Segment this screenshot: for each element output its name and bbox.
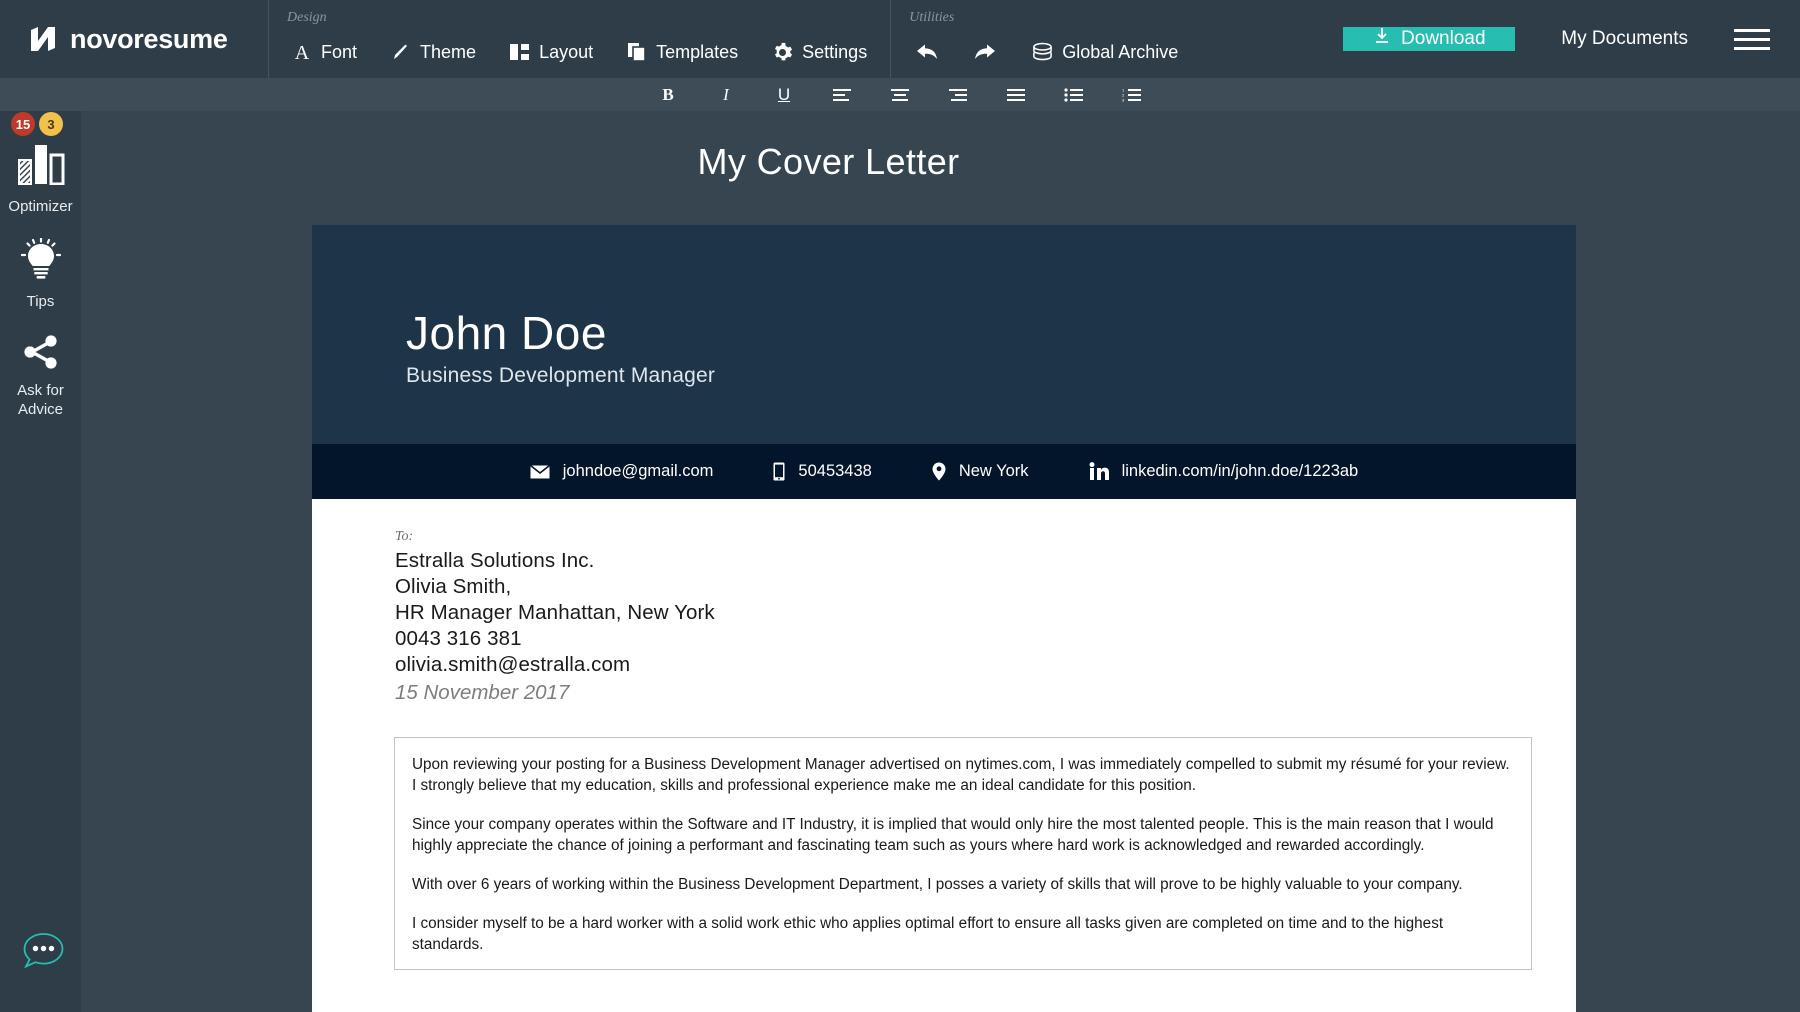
tool-settings[interactable]: Settings — [755, 16, 884, 63]
badge-critical: 15 — [11, 112, 35, 136]
tool-templates[interactable]: Templates — [610, 16, 755, 63]
font-a-icon: A — [292, 42, 312, 62]
download-button-label: Download — [1401, 28, 1486, 49]
address-line-1[interactable]: Estralla Solutions Inc. — [395, 548, 1576, 574]
lightbulb-icon — [20, 237, 61, 285]
copy-pages-icon — [627, 42, 647, 62]
svg-text:3: 3 — [1122, 97, 1125, 102]
linkedin-icon — [1089, 462, 1109, 481]
document-canvas: My Cover Letter John Doe Business Develo… — [81, 111, 1800, 1012]
cv-name[interactable]: John Doe — [406, 307, 1576, 359]
cv-body: To: Estralla Solutions Inc. Olivia Smith… — [312, 499, 1576, 970]
undo-arrow-icon — [914, 42, 939, 62]
contact-location[interactable]: New York — [902, 462, 1059, 481]
bold-button[interactable]: B — [653, 82, 683, 108]
cv-contact-band: johndoe@gmail.com 50453438 New York link… — [312, 444, 1576, 499]
download-icon — [1373, 27, 1391, 51]
tool-theme[interactable]: Theme — [374, 16, 493, 63]
tool-layout[interactable]: Layout — [493, 16, 610, 63]
tool-redo[interactable] — [956, 16, 1015, 62]
align-left-button[interactable] — [827, 82, 857, 108]
gear-icon — [772, 42, 793, 63]
optimizer-badges: 15 3 — [11, 112, 63, 136]
group-label-design: Design — [287, 10, 327, 25]
address-line-2[interactable]: Olivia Smith, — [395, 574, 1576, 600]
contact-email[interactable]: johndoe@gmail.com — [500, 462, 744, 481]
tool-layout-label: Layout — [539, 41, 594, 62]
envelope-icon — [529, 464, 550, 479]
letter-date[interactable]: 15 November 2017 — [395, 678, 1576, 708]
download-button[interactable]: Download — [1343, 27, 1516, 51]
contact-location-value: New York — [958, 462, 1029, 480]
sidebar-item-ask-for-advice-label: Ask for Advice — [17, 381, 64, 419]
bar-chart-icon — [17, 143, 65, 190]
chat-bubble-icon[interactable] — [22, 932, 65, 970]
contact-linkedin-value: linkedin.com/in/john.doe/1223ab — [1121, 462, 1359, 480]
contact-email-value: johndoe@gmail.com — [562, 462, 714, 480]
sidebar-item-optimizer[interactable]: 15 3 Optimizer — [0, 111, 81, 216]
contact-phone[interactable]: 50453438 — [743, 462, 901, 481]
tool-font-label: Font — [321, 41, 358, 62]
numbered-list-button[interactable]: 1 2 3 — [1117, 82, 1147, 108]
database-icon — [1032, 42, 1053, 63]
letter-paragraph-3: With over 6 years of working within the … — [412, 876, 1463, 893]
letter-paragraph-4: I consider myself to be a hard worker wi… — [412, 915, 1444, 953]
underline-button[interactable]: U — [769, 82, 799, 108]
align-justify-button[interactable] — [1001, 82, 1031, 108]
tool-global-archive[interactable]: Global Archive — [1015, 16, 1195, 63]
contact-phone-value: 50453438 — [798, 462, 872, 480]
svg-text:A: A — [295, 42, 310, 62]
badge-warning: 3 — [39, 112, 63, 136]
brush-icon — [391, 42, 411, 62]
address-line-5[interactable]: olivia.smith@estralla.com — [395, 652, 1576, 678]
italic-button[interactable]: I — [711, 82, 741, 108]
advice-label-line1: Ask for — [17, 382, 64, 399]
letter-body-editor[interactable]: Upon reviewing your posting for a Busine… — [394, 737, 1532, 970]
novoresume-logo-icon — [28, 24, 58, 54]
tool-global-archive-label: Global Archive — [1062, 41, 1179, 62]
brand-name: novoresume — [70, 23, 228, 54]
cv-page: John Doe Business Development Manager jo… — [312, 225, 1576, 1012]
sidebar-item-tips-label: Tips — [26, 293, 55, 310]
sidebar-item-ask-for-advice[interactable]: Ask for Advice — [0, 311, 81, 419]
toolbar-group-utilities: Utilities Global Archive — [891, 0, 1201, 78]
top-toolbar: novoresume Design A Font Theme Layout Te… — [0, 0, 1800, 78]
cv-role[interactable]: Business Development Manager — [406, 364, 1576, 388]
brand-logo[interactable]: novoresume — [0, 0, 268, 78]
address-line-3[interactable]: HR Manager Manhattan, New York — [395, 600, 1576, 626]
topbar-right-zone: Download My Documents — [1201, 0, 1800, 78]
letter-paragraph-1: Upon reviewing your posting for a Busine… — [412, 756, 1510, 794]
to-label: To: — [395, 529, 414, 544]
hamburger-menu-icon[interactable] — [1734, 28, 1770, 50]
align-right-button[interactable] — [943, 82, 973, 108]
layout-blocks-icon — [510, 43, 530, 61]
my-documents-link[interactable]: My Documents — [1561, 28, 1688, 50]
group-label-utilities: Utilities — [909, 10, 955, 25]
tool-theme-label: Theme — [420, 41, 477, 62]
toolbar-group-design: Design A Font Theme Layout Templates Set… — [269, 0, 890, 78]
advice-label-line2: Advice — [17, 401, 64, 418]
redo-arrow-icon — [973, 42, 998, 62]
text-format-toolbar: B I U 1 2 3 — [0, 78, 1800, 111]
location-pin-icon — [932, 462, 946, 481]
left-sidebar: 15 3 Optimizer Tips Ask for Advice — [0, 111, 81, 1012]
tool-settings-label: Settings — [802, 41, 868, 62]
address-line-4[interactable]: 0043 316 381 — [395, 626, 1576, 652]
cv-header-band: John Doe Business Development Manager — [312, 225, 1576, 444]
align-center-button[interactable] — [885, 82, 915, 108]
contact-linkedin[interactable]: linkedin.com/in/john.doe/1223ab — [1059, 462, 1389, 481]
letter-paragraph-2: Since your company operates within the S… — [412, 816, 1494, 854]
sidebar-item-tips[interactable]: Tips — [0, 216, 81, 311]
bullet-list-button[interactable] — [1059, 82, 1089, 108]
tool-templates-label: Templates — [656, 41, 739, 62]
phone-icon — [773, 462, 785, 481]
share-nodes-icon — [21, 335, 61, 374]
page-title[interactable]: My Cover Letter — [81, 141, 1576, 183]
sidebar-item-optimizer-label: Optimizer — [8, 198, 73, 215]
